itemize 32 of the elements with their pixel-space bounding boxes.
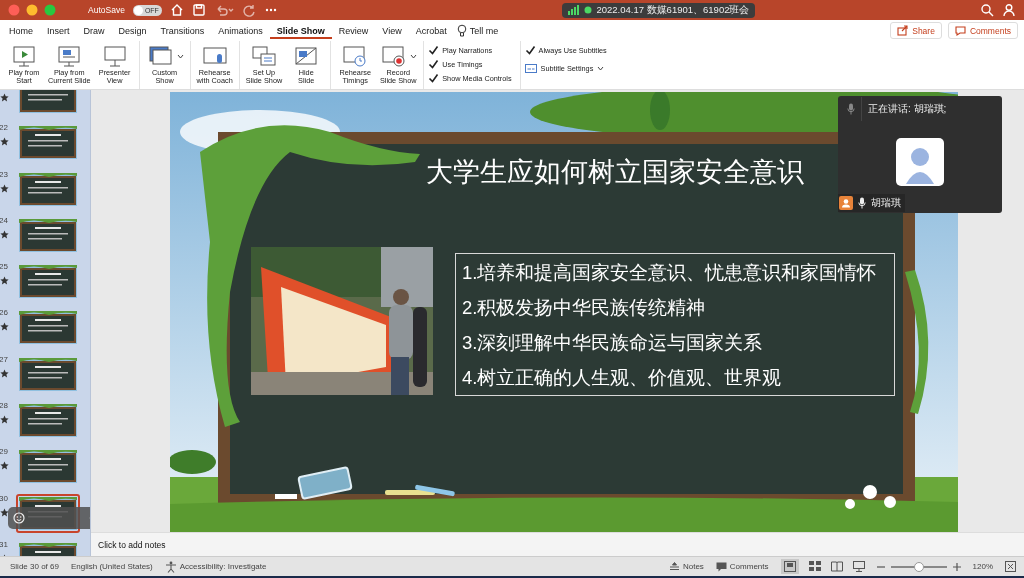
meeting-title: 2022.04.17 数媒61901、61902班会 (596, 3, 750, 17)
ribbon-tab[interactable]: Animations (211, 22, 270, 39)
comments-button[interactable]: Comments (715, 561, 769, 572)
share-button[interactable]: Share (890, 22, 942, 39)
ribbon-tab[interactable]: Tell me (466, 22, 506, 39)
notes-placeholder[interactable]: Click to add notes (98, 539, 166, 550)
slide-number: 28 (0, 401, 8, 411)
ribbon-tab[interactable]: Slide Show (269, 22, 332, 39)
accessibility-button[interactable]: Accessibility: Investigate (164, 560, 267, 573)
comments-button[interactable]: Comments (947, 22, 1018, 39)
ribbon-tab[interactable]: Design (111, 22, 154, 39)
slide-number: 23 (0, 169, 8, 179)
slide-number: 25 (0, 262, 8, 272)
language-label[interactable]: English (United States) (70, 562, 153, 571)
ribbon-tab[interactable]: Home (2, 22, 40, 39)
zoom-percent[interactable]: 120% (972, 562, 993, 571)
ribbon-tab[interactable]: View (375, 22, 409, 39)
ribbon-tab[interactable]: Review (331, 22, 376, 39)
ribbon-tab[interactable]: Draw (76, 22, 112, 39)
slide-number: 30 (0, 493, 8, 503)
notes-button[interactable]: Notes (668, 561, 704, 572)
autosave-label: AutoSave (88, 5, 125, 15)
ribbon-tab[interactable]: Insert (40, 22, 77, 39)
ribbon-tab[interactable]: Transitions (153, 22, 212, 39)
slide-number: 31 (0, 539, 8, 549)
slide-number: 27 (0, 354, 8, 364)
ribbon-tab[interactable]: Acrobat (408, 22, 454, 39)
slide-number: 29 (0, 447, 8, 457)
slide-count: Slide 30 of 69 (10, 562, 59, 571)
slide-number: 26 (0, 308, 8, 318)
slide-number: 24 (0, 215, 8, 225)
slide-number: 22 (0, 123, 8, 133)
